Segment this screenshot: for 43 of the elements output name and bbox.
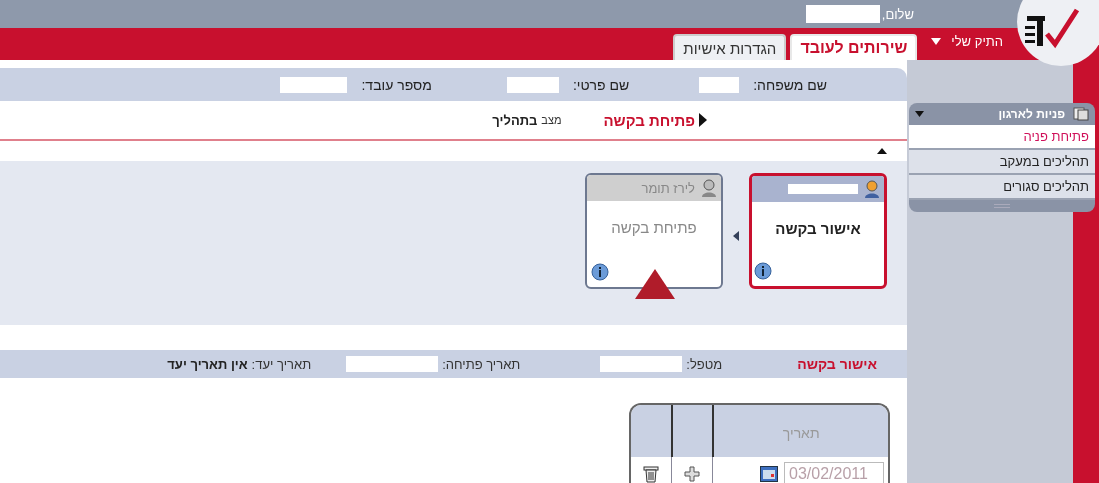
field-label: שם פרטי:	[572, 76, 630, 93]
status-value: בתהליך	[492, 112, 538, 128]
step-name: אישור בקשה	[797, 356, 877, 372]
due-date: אין תאריך יעד	[167, 356, 248, 372]
greeting: שלום,	[881, 6, 914, 22]
dropdown-icon	[915, 111, 924, 117]
trash-icon[interactable]	[642, 465, 659, 483]
person-icon	[701, 179, 717, 197]
info-icon[interactable]	[754, 262, 772, 280]
sidebar-header[interactable]: פניות לארגון	[909, 103, 1095, 125]
request-title: פתיחת בקשה	[603, 111, 695, 129]
collapse-icon[interactable]	[877, 148, 887, 154]
field-label: תאריך יעד:	[251, 356, 312, 372]
dropdown-icon	[931, 37, 942, 45]
field-label: מספר עובד:	[361, 76, 432, 93]
step-card[interactable]: אישור בקשה	[749, 173, 887, 289]
arrow-icon	[699, 113, 707, 127]
sidebar-item[interactable]: תהליכים סגורים	[909, 175, 1095, 200]
field-label: שם משפחה:	[753, 76, 827, 93]
redacted-value	[280, 76, 348, 93]
documents-icon	[1073, 107, 1089, 121]
sidebar-item[interactable]: תהליכים במעקב	[909, 150, 1095, 175]
redacted-owner	[788, 184, 858, 194]
arrow-icon	[733, 231, 739, 241]
person-icon	[864, 180, 880, 198]
field-label: מטפל:	[686, 356, 723, 372]
plus-icon[interactable]	[683, 466, 700, 482]
step-owner: לירז תומר	[641, 180, 695, 196]
step-title: אישור בקשה	[774, 220, 862, 237]
info-icon[interactable]	[591, 263, 609, 281]
sidebar-title: פניות לארגון	[997, 107, 1065, 121]
tab[interactable]: שירותים לעובד	[790, 34, 918, 60]
status-label: מצב	[541, 114, 562, 126]
field-label: תאריך פתיחה:	[442, 356, 521, 372]
sidebar-item[interactable]: פתיחת פניה	[909, 125, 1095, 150]
step-card[interactable]: לירז תומר פתיחת בקשה	[585, 173, 723, 289]
my-file-menu[interactable]: התיק שלי	[931, 33, 1003, 49]
calendar-icon[interactable]	[760, 466, 778, 482]
redacted-value	[699, 76, 740, 93]
tab[interactable]: הגדרות אישיות	[673, 34, 787, 60]
redacted-value	[506, 76, 559, 93]
step-title: פתיחת בקשה	[610, 219, 698, 236]
grip-icon	[994, 204, 1010, 208]
